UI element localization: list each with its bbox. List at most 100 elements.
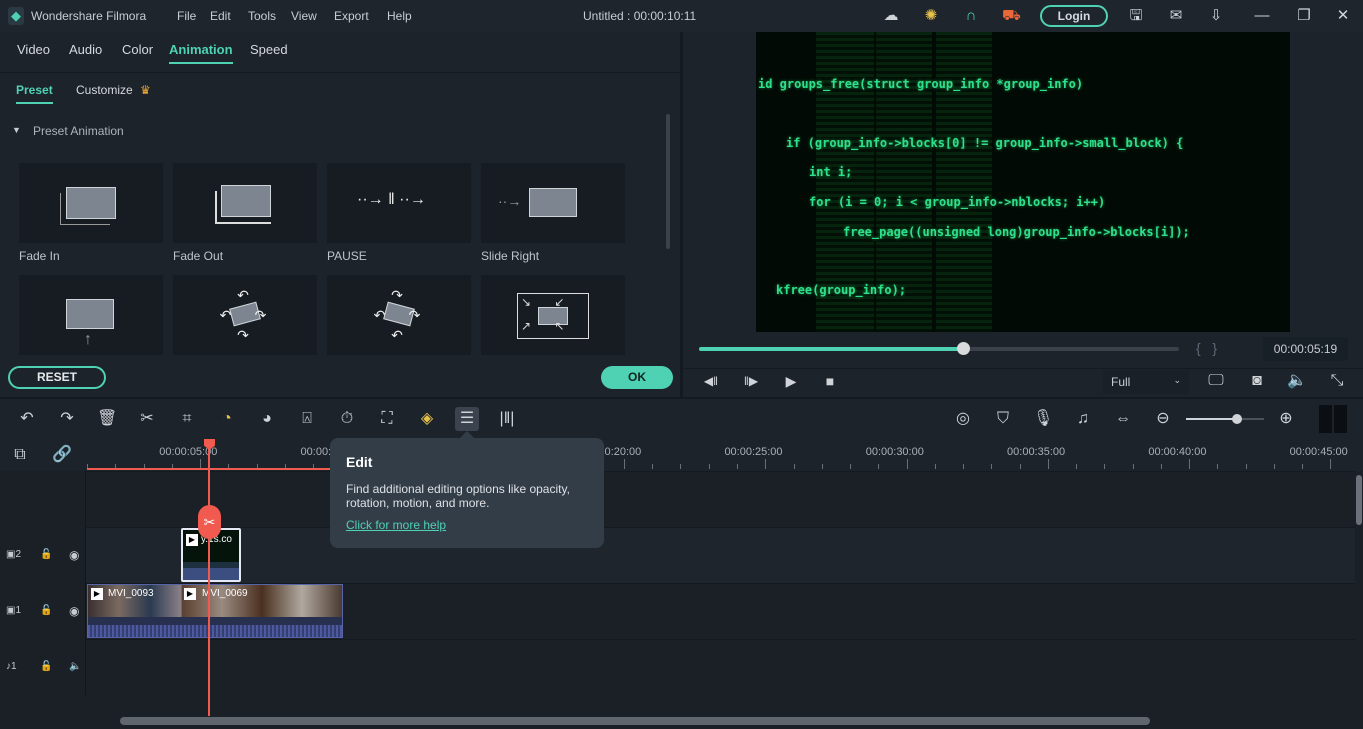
zoom-fit-icon[interactable]: ⛶ xyxy=(377,409,397,429)
zoom-out-icon[interactable]: ⊖ xyxy=(1153,409,1173,429)
tick-mark xyxy=(1189,459,1191,469)
menu-export[interactable]: Export xyxy=(334,9,369,23)
preset-fade-in[interactable]: Fade In xyxy=(19,163,163,263)
duration-icon[interactable]: ⏱ xyxy=(337,409,357,429)
add-track-icon[interactable]: ⧉ xyxy=(10,445,30,465)
cloud-icon[interactable]: ☁ xyxy=(882,7,900,25)
lock-icon[interactable]: 🔓 xyxy=(40,605,52,616)
playhead[interactable] xyxy=(208,444,210,716)
tab-color[interactable]: Color xyxy=(122,42,153,57)
render-preview-icon[interactable]: ◎ xyxy=(953,409,973,429)
tooltip-help-link[interactable]: Click for more help xyxy=(346,518,588,532)
scrubber-handle[interactable] xyxy=(957,342,970,355)
tick-mark xyxy=(963,464,965,469)
keyframe-icon[interactable]: ◈ xyxy=(417,409,437,429)
zoom-in-icon[interactable]: ⊕ xyxy=(1276,409,1296,429)
menu-view[interactable]: View xyxy=(291,9,317,23)
green-screen-icon[interactable]: ⍓ xyxy=(297,409,317,429)
preset-rotate-right[interactable]: ↷ ↶ ↷ ↶ xyxy=(327,275,471,355)
menu-file[interactable]: File xyxy=(177,9,196,23)
stop-icon[interactable]: ■ xyxy=(820,371,840,391)
tab-speed[interactable]: Speed xyxy=(250,42,288,57)
collapse-icon[interactable]: ▼ xyxy=(12,125,21,135)
track-number: 1 xyxy=(15,605,22,616)
undo-icon[interactable]: ↶ xyxy=(17,409,37,429)
snapshot-icon[interactable]: ◙ xyxy=(1247,371,1267,391)
lock-icon[interactable]: 🔓 xyxy=(40,661,52,672)
tick-mark xyxy=(1273,464,1275,469)
delete-icon[interactable]: 🗑 xyxy=(97,409,117,429)
code-line: int i; xyxy=(809,165,853,179)
monitor-icon[interactable]: 🖵 xyxy=(1206,371,1226,391)
preset-slide-right[interactable]: ··→ Slide Right xyxy=(481,163,625,263)
reset-button[interactable]: RESET xyxy=(8,366,106,389)
tab-video[interactable]: Video xyxy=(17,42,50,57)
preset-pause[interactable]: ··→ ‖ ··→ PAUSE xyxy=(327,163,471,263)
timeline-toolbar: ↶ ↷ 🗑 ✂ ⌗ ◔ ◕ ⍓ ⏱ ⛶ ◈ ☰ |‖| ◎ ⛉ 🎙 ♫ ⇔ ⊖ … xyxy=(0,399,1363,439)
tab-audio[interactable]: Audio xyxy=(69,42,102,57)
subtab-customize[interactable]: Customize xyxy=(76,83,133,97)
fit-timeline-icon[interactable]: ⇔ xyxy=(1113,409,1133,429)
microphone-icon[interactable]: 🎙 xyxy=(1033,409,1053,429)
code-line: id groups_free(struct group_info *group_… xyxy=(758,77,1084,91)
speaker-icon[interactable]: 🔈 xyxy=(69,661,81,672)
headset-icon[interactable]: ∩ xyxy=(962,7,980,25)
eye-icon[interactable]: ◉ xyxy=(69,548,79,562)
minimize-icon[interactable]: — xyxy=(1253,7,1271,25)
timeline-zoom-slider[interactable] xyxy=(1186,414,1264,424)
in-out-markers[interactable]: { } xyxy=(1196,340,1217,356)
vertical-scrollbar[interactable] xyxy=(1355,471,1363,695)
download-icon[interactable]: ⇩ xyxy=(1207,7,1225,25)
tick-mark xyxy=(1132,464,1134,469)
quality-value: Full xyxy=(1111,375,1131,389)
restore-icon[interactable]: ❐ xyxy=(1295,7,1313,25)
crop-icon[interactable]: ⌗ xyxy=(177,409,197,429)
code-line: if (group_info->blocks[0] != group_info-… xyxy=(786,136,1184,150)
video-preview: id groups_free(struct group_info *group_… xyxy=(756,32,1290,332)
menu-tools[interactable]: Tools xyxy=(248,9,276,23)
playback-scrubber[interactable] xyxy=(699,342,1179,355)
mail-icon[interactable]: ✉ xyxy=(1167,7,1185,25)
tick-label: 00:00:35:00 xyxy=(1007,446,1066,458)
link-icon[interactable]: 🔗 xyxy=(52,445,72,465)
preset-zoom-out[interactable]: ↘ ↙ ↗ ↖ xyxy=(481,275,625,355)
cut-icon[interactable]: ✂ xyxy=(137,409,157,429)
lightbulb-icon[interactable]: ✺ xyxy=(922,7,940,25)
tick-mark xyxy=(652,464,654,469)
volume-icon[interactable]: 🔈 xyxy=(1287,371,1307,391)
redo-icon[interactable]: ↷ xyxy=(57,409,77,429)
marker-icon[interactable]: ⛉ xyxy=(993,409,1013,429)
horizontal-scrollbar[interactable] xyxy=(120,717,1150,725)
tab-animation[interactable]: Animation xyxy=(169,42,233,64)
audio-mixer-icon[interactable]: ♫ xyxy=(1073,409,1093,429)
panel-scrollbar[interactable] xyxy=(666,114,670,249)
tick-mark xyxy=(1104,464,1106,469)
menu-edit[interactable]: Edit xyxy=(210,9,231,23)
save-icon[interactable]: 🖫 xyxy=(1127,7,1145,25)
fullscreen-icon[interactable]: ⤡ xyxy=(1327,371,1347,391)
eye-icon[interactable]: ◉ xyxy=(69,604,79,618)
clip-track-main: ▶ MVI_0093 ▶ MVI_0069 xyxy=(87,584,343,638)
previous-frame-icon[interactable]: ◀‖ xyxy=(701,371,721,391)
login-button[interactable]: Login xyxy=(1040,5,1108,27)
next-frame-icon[interactable]: ‖▶ xyxy=(741,371,761,391)
quality-select[interactable]: Full ⌄ xyxy=(1103,370,1189,394)
play-icon[interactable]: ▶ xyxy=(781,371,801,391)
preset-slide-up[interactable]: ↑ xyxy=(19,275,163,355)
timecode-display: 00:00:05:19 xyxy=(1263,337,1348,361)
tick-mark xyxy=(793,464,795,469)
audio-waveform-icon[interactable]: |‖| xyxy=(497,409,517,429)
ok-button[interactable]: OK xyxy=(601,366,673,389)
lock-icon[interactable]: 🔓 xyxy=(40,549,52,560)
speed-icon[interactable]: ◔ xyxy=(217,409,237,429)
split-scissors-icon[interactable]: ✂ xyxy=(198,505,221,539)
zoom-slider-handle[interactable] xyxy=(1231,414,1242,424)
close-icon[interactable]: ✕ xyxy=(1334,7,1352,25)
color-palette-icon[interactable]: ◕ xyxy=(257,409,277,429)
subtab-preset[interactable]: Preset xyxy=(16,83,53,104)
cart-icon[interactable]: ⛟ xyxy=(1002,7,1021,25)
edit-adjust-icon[interactable]: ☰ xyxy=(455,407,479,431)
preset-fade-out[interactable]: Fade Out xyxy=(173,163,317,263)
preset-rotate-left[interactable]: ↶ ↶ ↷ ↷ xyxy=(173,275,317,355)
menu-help[interactable]: Help xyxy=(387,9,412,23)
